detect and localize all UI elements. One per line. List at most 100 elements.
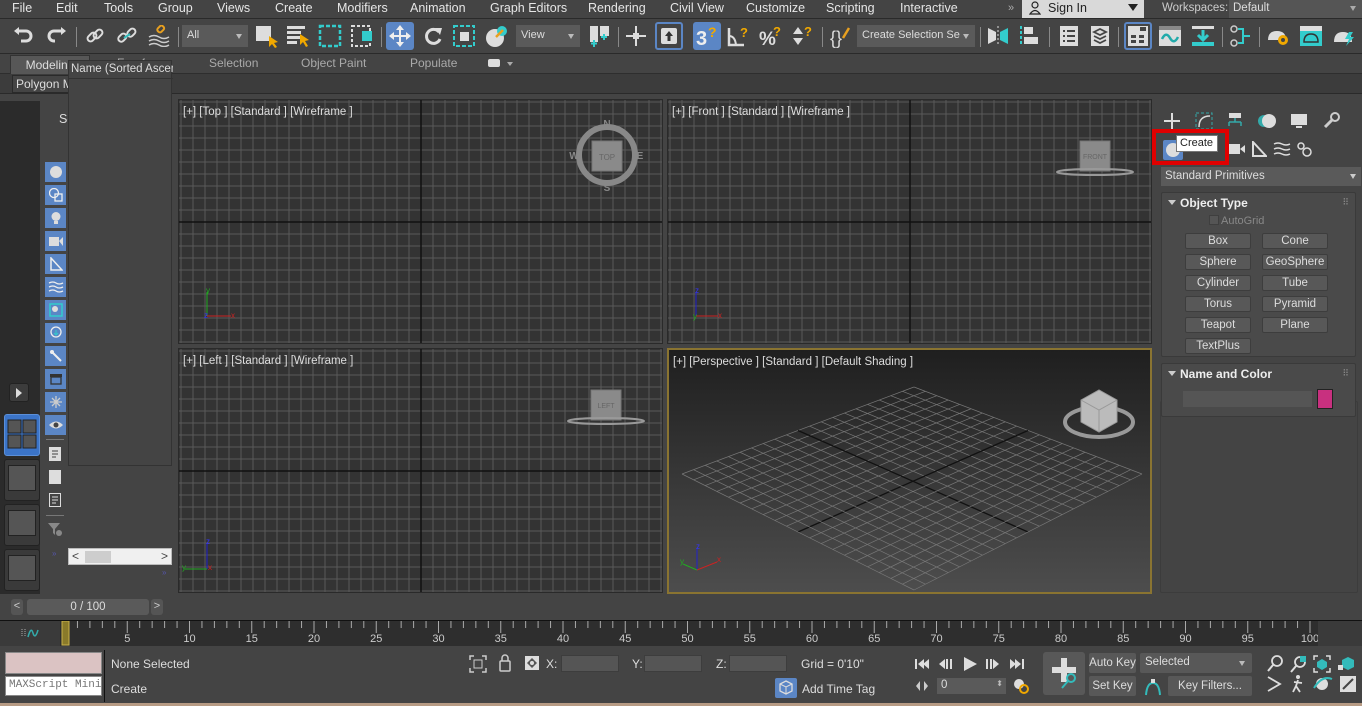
select-manipulate-button[interactable] (622, 22, 650, 50)
autogrid-checkbox[interactable]: AutoGrid (1209, 215, 1264, 227)
orbit-icon[interactable] (1313, 677, 1333, 690)
selection-filter-dropdown[interactable]: All (182, 25, 248, 47)
render-production-button[interactable] (1330, 22, 1358, 50)
viewport-perspective[interactable]: [+] [Perspective ] [Standard ] [Default … (667, 348, 1152, 594)
isolate-selection-icon[interactable] (469, 655, 487, 673)
menu-edit[interactable]: Edit (56, 1, 78, 15)
layout-option-3[interactable] (4, 504, 40, 546)
select-move-button[interactable] (386, 22, 414, 50)
object-category-dropdown[interactable]: Standard Primitives (1161, 167, 1361, 186)
viewport-left[interactable]: [+] [Left ] [Standard ] [Wireframe ] LEF… (178, 348, 663, 593)
viewcube-front[interactable]: FRONT (1053, 135, 1143, 180)
pyramid-button[interactable]: Pyramid (1262, 296, 1328, 312)
menu-group[interactable]: Group (158, 1, 193, 15)
ribbon-tab-populate[interactable]: Populate (410, 56, 457, 70)
filter-lights-button[interactable] (45, 208, 66, 228)
time-slider-indicator[interactable] (61, 621, 70, 646)
filter-containers-button[interactable] (45, 369, 66, 389)
horizontal-scrollbar[interactable]: < > (68, 548, 172, 565)
workspace-select[interactable]: Default (1229, 0, 1362, 18)
lock-icon[interactable] (498, 654, 512, 672)
select-by-name-button[interactable] (284, 22, 312, 50)
mirror-button[interactable] (984, 22, 1012, 50)
filter-geometry-button[interactable] (45, 162, 66, 182)
angle-snap-button[interactable]: ? (725, 22, 753, 50)
percent-snap-button[interactable]: %? (757, 22, 785, 50)
filter-settings-button[interactable] (47, 520, 63, 537)
viewcube-top[interactable]: TOP N S E W (569, 115, 649, 200)
collapse-triangle-icon[interactable] (1168, 200, 1176, 205)
menu-civil-view[interactable]: Civil View (670, 1, 724, 15)
maxscript-listener-output[interactable] (5, 652, 102, 674)
filter-frozen-button[interactable] (45, 392, 66, 412)
zoom-extents-all-icon[interactable] (1338, 657, 1354, 670)
viewport-label[interactable]: [+] [Perspective ] [Standard ] [Default … (673, 356, 913, 368)
cylinder-button[interactable]: Cylinder (1185, 275, 1251, 291)
layout-option-4[interactable] (4, 549, 40, 591)
sign-in-dropdown[interactable]: Sign In (1022, 0, 1144, 18)
drag-grip-icon[interactable]: ⠿ (1342, 368, 1349, 379)
field-of-view-icon[interactable] (1267, 676, 1282, 692)
ribbon-tab-selection[interactable]: Selection (209, 56, 258, 70)
viewport-front[interactable]: [+] [Front ] [Standard ] [Wireframe ] FR… (667, 99, 1152, 344)
object-name-input[interactable] (1182, 390, 1313, 408)
filter-helpers-button[interactable] (45, 254, 66, 274)
menu-customize[interactable]: Customize (746, 1, 805, 15)
teapot-button[interactable]: Teapot (1185, 317, 1251, 333)
render-setup-button[interactable] (1264, 22, 1292, 50)
keyboard-shortcut-override-button[interactable] (655, 22, 683, 50)
sphere-button[interactable]: Sphere (1185, 254, 1251, 270)
motion-tab[interactable] (1253, 109, 1281, 133)
filter-bones-button[interactable] (45, 346, 66, 366)
play-icon[interactable] (964, 657, 977, 671)
filter-space-warps-button[interactable] (45, 277, 66, 297)
window-crossing-button[interactable] (348, 22, 376, 50)
x-coordinate-field[interactable] (561, 655, 619, 672)
more-menus-button[interactable]: » (1008, 2, 1014, 14)
checkbox[interactable] (1209, 215, 1219, 225)
current-frame-field[interactable]: 0 ⬍ (937, 678, 1006, 694)
viewcube-left[interactable]: LEFT (564, 384, 654, 429)
menu-graph-editors[interactable]: Graph Editors (490, 1, 567, 15)
invert-display-button[interactable] (47, 491, 63, 508)
absolute-mode-icon[interactable] (524, 655, 540, 671)
curve-editor-button[interactable] (1156, 22, 1184, 50)
rollout-title[interactable]: Name and Color (1180, 367, 1272, 381)
reference-coord-dropdown[interactable]: View (516, 25, 580, 47)
scrollbar-thumb[interactable] (85, 551, 111, 563)
scene-explorer-list[interactable]: Name (Sorted Ascending) (68, 60, 173, 466)
scroll-left-icon[interactable]: < (72, 549, 79, 563)
track-bar-ruler[interactable]: 0510152025303540455055606570758085909510… (60, 621, 1318, 646)
named-selection-dropdown[interactable]: Create Selection Se (857, 25, 975, 47)
placement-button[interactable] (483, 22, 511, 50)
scene-explorer-button[interactable] (1055, 22, 1083, 50)
schematic-view-button[interactable] (1227, 22, 1255, 50)
viewport-label[interactable]: [+] [Front ] [Standard ] [Wireframe ] (672, 106, 850, 118)
filter-xrefs-button[interactable] (45, 323, 66, 343)
set-key-button[interactable]: Set Key (1089, 676, 1136, 696)
textplus-button[interactable]: TextPlus (1185, 338, 1251, 354)
walk-through-icon[interactable] (1292, 675, 1303, 693)
rendered-frame-window-button[interactable] (1297, 22, 1325, 50)
undo-button[interactable] (10, 22, 38, 50)
key-mode-dropdown[interactable]: Selected (1140, 653, 1252, 673)
object-color-swatch[interactable] (1317, 389, 1333, 409)
zoom-extents-icon[interactable] (1313, 655, 1331, 673)
time-configuration-icon[interactable] (1012, 677, 1030, 695)
add-time-tag-label[interactable]: Add Time Tag (802, 682, 875, 696)
cameras-category-button[interactable] (1228, 141, 1246, 160)
layout-option-2[interactable] (4, 459, 40, 501)
name-column-header[interactable]: Name (Sorted Ascending) (69, 61, 173, 79)
menu-scripting[interactable]: Scripting (826, 1, 875, 15)
space-warps-category-button[interactable] (1273, 141, 1291, 160)
default-in-out-tangents-icon[interactable] (1143, 677, 1163, 697)
redo-button[interactable] (42, 22, 70, 50)
dope-sheet-button[interactable] (1189, 22, 1217, 50)
expand-icon[interactable]: » (52, 549, 56, 558)
filter-cameras-button[interactable] (45, 231, 66, 251)
geosphere-button[interactable]: GeoSphere (1262, 254, 1328, 270)
previous-frame-button[interactable]: < (11, 599, 23, 615)
cone-button[interactable]: Cone (1262, 233, 1328, 249)
ribbon-options-icon[interactable] (488, 59, 500, 67)
set-keys-button[interactable] (1043, 652, 1085, 695)
